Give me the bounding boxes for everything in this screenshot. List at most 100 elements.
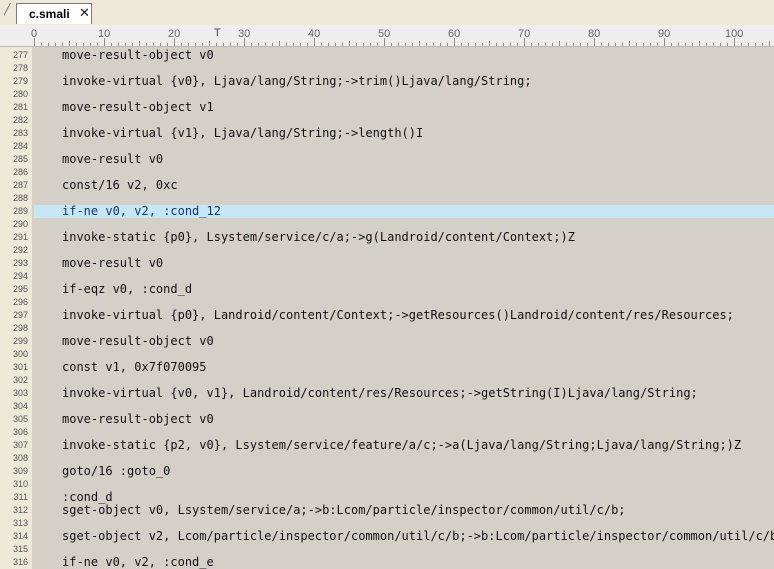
ruler-tick — [580, 43, 581, 46]
ruler-label: 80 — [588, 28, 601, 40]
ruler-tick — [531, 43, 532, 46]
line-number: 295 — [12, 284, 28, 294]
ruler-tick — [496, 43, 497, 46]
ruler-tick — [741, 43, 742, 46]
line-number: 279 — [12, 76, 28, 86]
line-number: 304 — [12, 401, 28, 411]
code-line[interactable]: 291 invoke-static {p0}, Lsystem/service/c… — [0, 231, 774, 244]
code-line[interactable]: 310 — [0, 478, 774, 491]
line-number: 293 — [12, 258, 28, 268]
line-number: 282 — [12, 115, 28, 125]
code-text: move-result v0 — [62, 256, 164, 270]
line-number: 277 — [12, 50, 28, 60]
code-line[interactable]: 312 sget-object v0, Lsystem/service/a;->b… — [0, 504, 774, 517]
ruler-tick — [125, 43, 126, 46]
ruler-tick — [510, 43, 511, 46]
code-line[interactable]: 295 if-eqz v0, :cond_d — [0, 283, 774, 296]
ruler-tick — [440, 43, 441, 46]
ruler-tick — [293, 43, 294, 46]
ruler-tick — [447, 43, 448, 46]
code-line[interactable]: 277 move-result-object v0 — [0, 49, 774, 62]
ruler-tick — [559, 41, 560, 46]
line-number: 297 — [12, 310, 28, 320]
ruler-tick — [279, 41, 280, 46]
line-number: 308 — [12, 453, 28, 463]
line-number: 287 — [12, 180, 28, 190]
code-text: invoke-static {p0}, Lsystem/service/c/a;… — [62, 230, 575, 244]
code-text: move-result-object v0 — [62, 48, 214, 62]
ruler-tick — [363, 43, 364, 46]
line-number: 303 — [12, 388, 28, 398]
line-number: 283 — [12, 128, 28, 138]
line-number: 306 — [12, 427, 28, 437]
code-text: sget-object v2, Lcom/particle/inspector/… — [62, 529, 774, 543]
ruler-tick — [503, 43, 504, 46]
code-line[interactable]: 307 invoke-static {p2, v0}, Lsystem/servi… — [0, 439, 774, 452]
code-line[interactable]: 316 if-ne v0, v2, :cond_e — [0, 556, 774, 569]
code-text: invoke-virtual {v0}, Ljava/lang/String;-… — [62, 74, 532, 88]
ruler-tick — [552, 43, 553, 46]
ruler-tick — [601, 43, 602, 46]
ruler-tick — [720, 43, 721, 46]
ruler-tick — [216, 43, 217, 46]
code-line[interactable]: 287 const/16 v2, 0xc — [0, 179, 774, 192]
code-text: move-result-object v0 — [62, 412, 214, 426]
code-line[interactable]: 309 goto/16 :goto_0 — [0, 465, 774, 478]
code-line[interactable]: 299 move-result-object v0 — [0, 335, 774, 348]
ruler-tick — [223, 43, 224, 46]
code-line[interactable]: 297 invoke-virtual {p0}, Landroid/content… — [0, 309, 774, 322]
ruler-label: 50 — [378, 28, 391, 40]
code-line[interactable]: 279 invoke-virtual {v0}, Ljava/lang/Strin… — [0, 75, 774, 88]
ruler-label: 100 — [725, 28, 744, 40]
code-line[interactable]: 289 if-ne v0, v2, :cond_12 — [0, 205, 774, 218]
ruler-tick — [195, 43, 196, 46]
ruler-tick — [545, 43, 546, 46]
code-line[interactable]: 281 move-result-object v1 — [0, 101, 774, 114]
ruler-tick — [622, 43, 623, 46]
close-icon[interactable]: ✕ — [79, 5, 90, 21]
ruler-tick — [755, 43, 756, 46]
line-number: 292 — [12, 245, 28, 255]
ruler-tick — [209, 41, 210, 46]
ruler-tick — [377, 43, 378, 46]
code-line[interactable]: 285 move-result v0 — [0, 153, 774, 166]
ruler-tick — [202, 43, 203, 46]
ruler-tick — [517, 43, 518, 46]
ruler-tick — [83, 43, 84, 46]
ruler-tick — [370, 43, 371, 46]
ruler-tick — [286, 43, 287, 46]
ruler-tick — [692, 43, 693, 46]
ruler-tick — [762, 43, 763, 46]
code-text: invoke-virtual {p0}, Landroid/content/Co… — [62, 308, 734, 322]
code-text: sget-object v0, Lsystem/service/a;->b:Lc… — [62, 503, 626, 517]
ruler-tick — [356, 43, 357, 46]
line-number: 299 — [12, 336, 28, 346]
ruler-tick — [643, 43, 644, 46]
ruler-tick — [699, 41, 700, 46]
code-text: const/16 v2, 0xc — [62, 178, 178, 192]
ruler-tick — [132, 43, 133, 46]
code-line[interactable]: 293 move-result v0 — [0, 257, 774, 270]
ruler-label: 70 — [518, 28, 531, 40]
line-number: 296 — [12, 297, 28, 307]
ruler-tick — [433, 43, 434, 46]
ruler-tick — [461, 43, 462, 46]
code-line[interactable]: 305 move-result-object v0 — [0, 413, 774, 426]
ruler-tick — [671, 43, 672, 46]
ruler-tick — [573, 43, 574, 46]
ruler-tick — [587, 43, 588, 46]
ruler-label: 40 — [308, 28, 321, 40]
file-tab[interactable]: c.smali ✕ — [16, 3, 92, 24]
ruler-tick — [538, 43, 539, 46]
code-line[interactable]: 301 const v1, 0x7f070095 — [0, 361, 774, 374]
ruler-tick — [160, 43, 161, 46]
tab-title: c.smali — [29, 7, 70, 21]
ruler-tick — [426, 43, 427, 46]
ruler-tick — [482, 43, 483, 46]
line-number: 312 — [12, 505, 28, 515]
code-text: move-result v0 — [62, 152, 164, 166]
code-line[interactable]: 303 invoke-virtual {v0, v1}, Landroid/con… — [0, 387, 774, 400]
ruler-tick — [41, 43, 42, 46]
code-line[interactable]: 314 sget-object v2, Lcom/particle/inspect… — [0, 530, 774, 543]
code-line[interactable]: 283 invoke-virtual {v1}, Ljava/lang/Strin… — [0, 127, 774, 140]
